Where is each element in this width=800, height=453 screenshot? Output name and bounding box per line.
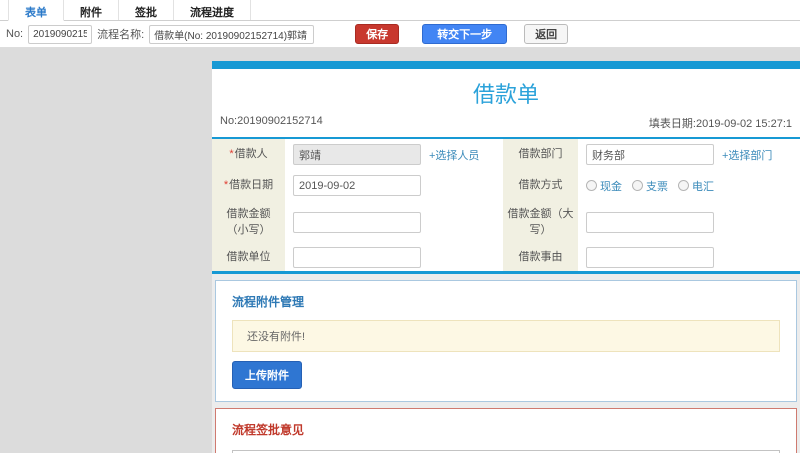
loan-method-label: 借款方式 — [503, 170, 578, 201]
borrower-input[interactable] — [293, 144, 421, 165]
loan-date-input[interactable] — [293, 175, 421, 196]
approval-section: 流程签批意见 B I abc — [215, 408, 797, 453]
approval-heading: 流程签批意见 — [232, 423, 305, 437]
no-attachment-alert: 还没有附件! — [232, 320, 780, 352]
select-department-link[interactable]: +选择部门 — [722, 147, 772, 163]
amount-upper-field — [578, 201, 800, 243]
tab-sign[interactable]: 签批 — [119, 0, 174, 20]
flow-name-label: 流程名称: — [97, 29, 145, 41]
select-person-link[interactable]: +选择人员 — [429, 147, 479, 163]
loan-reason-label: 借款事由 — [503, 243, 578, 271]
form-no-text: No:20190902152714 — [220, 115, 323, 127]
wire-transfer-radio[interactable]: 电汇 — [678, 178, 714, 194]
form-row-unit-reason: 借款单位 借款事由 — [212, 243, 800, 271]
radio-circle-icon — [586, 180, 597, 191]
loan-reason-field — [578, 243, 800, 271]
no-input[interactable] — [28, 24, 93, 44]
amount-lower-label: 借款金额（小写） — [212, 201, 285, 243]
radio-circle-icon — [678, 180, 689, 191]
main-area: 借款单 No:20190902152714 填表日期:2019-09-02 15… — [0, 48, 800, 453]
loan-method-field: 现金 支票 电汇 — [578, 170, 800, 201]
amount-upper-label: 借款金额（大写） — [503, 201, 578, 243]
tab-bar: 表单 附件 签批 流程进度 — [0, 0, 800, 21]
form-date-text: 填表日期:2019-09-02 15:27:1 — [648, 118, 792, 130]
loan-method-radio-group: 现金 支票 电汇 — [586, 178, 714, 194]
borrower-field: +选择人员 — [285, 139, 497, 170]
form-meta-row: No:20190902152714 填表日期:2019-09-02 15:27:… — [212, 115, 800, 139]
form-fields: *借款人 +选择人员 借款部门 +选择部门 *借款日期 — [212, 139, 800, 274]
amount-upper-input[interactable] — [586, 211, 714, 233]
loan-reason-input[interactable] — [586, 246, 714, 268]
loan-unit-field — [285, 243, 497, 271]
cash-radio[interactable]: 现金 — [586, 178, 622, 194]
form-panel: 借款单 No:20190902152714 填表日期:2019-09-02 15… — [212, 61, 800, 453]
required-asterisk: * — [223, 179, 229, 192]
save-button[interactable]: 保存 — [355, 24, 400, 44]
command-bar: No: 流程名称: 保存 转交下一步 返回 — [0, 21, 800, 48]
department-input[interactable] — [586, 144, 714, 165]
attachment-section: 流程附件管理 还没有附件! 上传附件 — [215, 280, 797, 402]
required-asterisk: * — [229, 148, 234, 161]
no-label: No: — [6, 28, 24, 40]
forward-next-step-button[interactable]: 转交下一步 — [422, 24, 508, 44]
tab-form[interactable]: 表单 — [8, 0, 64, 21]
amount-lower-field — [285, 201, 497, 243]
department-label: 借款部门 — [503, 139, 578, 170]
loan-date-label: *借款日期 — [212, 170, 285, 201]
form-row-date-method: *借款日期 借款方式 现金 支票 电汇 — [212, 170, 800, 201]
loan-form-card: 借款单 No:20190902152714 填表日期:2019-09-02 15… — [212, 69, 800, 274]
radio-circle-icon — [632, 180, 643, 191]
loan-unit-label: 借款单位 — [212, 243, 285, 271]
cheque-radio[interactable]: 支票 — [632, 178, 668, 194]
form-title: 借款单 — [472, 82, 539, 107]
tab-attachments[interactable]: 附件 — [64, 0, 119, 20]
borrower-label: *借款人 — [212, 139, 285, 170]
loan-date-field — [285, 170, 497, 201]
amount-lower-input[interactable] — [293, 211, 421, 233]
form-row-borrower: *借款人 +选择人员 借款部门 +选择部门 — [212, 139, 800, 170]
loan-unit-input[interactable] — [293, 246, 421, 268]
tab-progress[interactable]: 流程进度 — [174, 0, 251, 20]
form-row-amount: 借款金额（小写） 借款金额（大写） — [212, 201, 800, 243]
attachment-heading: 流程附件管理 — [232, 295, 305, 309]
upload-attachment-button[interactable]: 上传附件 — [232, 361, 302, 389]
flow-name-input[interactable] — [149, 24, 315, 44]
back-button[interactable]: 返回 — [524, 24, 569, 44]
department-field: +选择部门 — [578, 139, 800, 170]
panel-top-accent — [212, 61, 800, 69]
